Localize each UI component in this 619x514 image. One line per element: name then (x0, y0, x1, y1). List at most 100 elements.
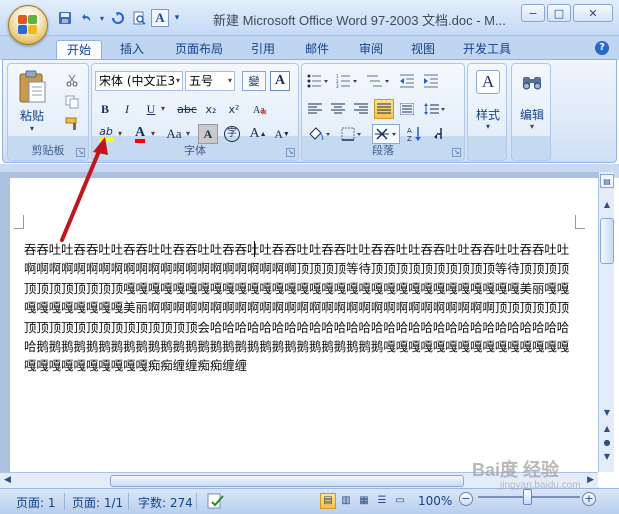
minimize-button[interactable]: − (521, 4, 545, 22)
tab-references[interactable]: 引用 (240, 40, 286, 61)
scroll-left-icon[interactable]: ◀ (4, 475, 11, 485)
select-browse-object-icon[interactable]: ● (600, 436, 614, 450)
tab-insert[interactable]: 插入 (108, 40, 156, 61)
underline-dropdown-icon[interactable]: ▾ (161, 104, 165, 113)
grow-font-button[interactable]: A ▲ (248, 124, 268, 144)
format-painter-icon[interactable] (62, 114, 82, 134)
asian-layout-button[interactable] (372, 124, 400, 144)
shrink-font-button[interactable]: A ▼ (272, 124, 292, 144)
maximize-button[interactable]: □ (547, 4, 571, 22)
tab-developer[interactable]: 开发工具 (454, 40, 520, 61)
tab-page-layout[interactable]: 页面布局 (166, 40, 232, 61)
subscript-button[interactable]: x₂ (201, 99, 221, 119)
proofing-icon[interactable] (206, 492, 226, 513)
zoom-level[interactable]: 100% (418, 494, 452, 508)
status-word-count[interactable]: 字数: 274 (138, 494, 193, 511)
scroll-thumb[interactable] (600, 218, 614, 264)
office-button[interactable] (8, 5, 48, 45)
highlight-dropdown-icon[interactable]: ▾ (118, 129, 122, 138)
font-color-button[interactable]: A (130, 124, 150, 144)
clipboard-launcher-icon[interactable]: ↘ (76, 148, 85, 157)
document-body-text[interactable]: 吞吞吐吐吞吞吐吐吞吞吐吐吞吞吐吐吞吞吐吐吞吞吐吐吞吞吐吐吞吞吐吐吞吞吐吐吞吞吐吐… (24, 240, 577, 376)
vertical-scrollbar[interactable]: ▤ ▲ ▼ ▲ ● ▼ (598, 172, 614, 472)
previous-page-icon[interactable]: ▲ (600, 422, 614, 436)
tab-mailings[interactable]: 邮件 (294, 40, 340, 61)
bullets-button[interactable] (305, 71, 331, 91)
show-marks-button[interactable] (429, 124, 449, 144)
spelling-icon[interactable]: A (151, 9, 169, 27)
print-layout-view-icon[interactable]: ▤ (320, 493, 336, 509)
outline-view-icon[interactable]: ☰ (374, 493, 390, 509)
change-case-dropdown-icon[interactable]: ▾ (186, 129, 190, 138)
character-border-button[interactable]: A (270, 71, 290, 91)
character-shading-button[interactable]: A (198, 124, 218, 144)
copy-icon[interactable] (62, 92, 82, 112)
enclose-characters-button[interactable]: 字 (222, 124, 242, 144)
quick-access-toolbar: ▾ A ▾ (56, 9, 182, 27)
tab-view[interactable]: 视图 (400, 40, 446, 61)
office-logo-icon (18, 15, 38, 35)
align-center-button[interactable] (328, 99, 348, 119)
multilevel-list-button[interactable] (364, 71, 392, 91)
borders-button[interactable] (338, 124, 366, 144)
font-name-combo[interactable]: 宋体 (中文正3 ▾ (95, 71, 183, 91)
change-case-button[interactable]: Aa (162, 124, 186, 144)
font-launcher-icon[interactable]: ↘ (286, 148, 295, 157)
align-left-button[interactable] (305, 99, 325, 119)
shading-button[interactable] (305, 124, 333, 144)
shading-icon (309, 127, 330, 141)
tab-review[interactable]: 审阅 (348, 40, 394, 61)
underline-button[interactable]: U (141, 99, 161, 119)
line-spacing-button[interactable] (421, 99, 447, 119)
scroll-up-icon[interactable]: ▲ (600, 198, 614, 212)
next-page-icon[interactable]: ▼ (600, 450, 614, 464)
align-right-button[interactable] (351, 99, 371, 119)
numbering-button[interactable]: 123 (334, 71, 360, 91)
paragraph-launcher-icon[interactable]: ↘ (452, 148, 461, 157)
zoom-in-button[interactable]: + (582, 492, 596, 506)
cut-icon[interactable] (62, 70, 82, 90)
tab-home[interactable]: 开始 (56, 40, 102, 61)
svg-text:3: 3 (336, 84, 339, 88)
sort-button[interactable]: AZ (405, 124, 425, 144)
draft-view-icon[interactable]: ▭ (392, 493, 408, 509)
paste-button[interactable]: 粘贴 ▾ (14, 68, 50, 133)
zoom-out-button[interactable]: − (459, 492, 473, 506)
print-preview-icon[interactable] (130, 9, 148, 27)
italic-button[interactable]: I (117, 99, 137, 119)
undo-icon[interactable] (77, 9, 95, 27)
full-screen-reading-icon[interactable]: ▥ (338, 493, 354, 509)
customize-qat-icon[interactable]: ▾ (172, 9, 182, 27)
help-icon[interactable]: ? (595, 41, 609, 55)
editing-group[interactable]: 编辑 ▾ (511, 63, 551, 161)
increase-indent-button[interactable] (421, 71, 441, 91)
strikethrough-button[interactable]: abc (176, 99, 198, 119)
phonetic-guide-button[interactable]: 變 (242, 71, 266, 91)
decrease-indent-button[interactable] (397, 71, 417, 91)
close-button[interactable]: ✕ (573, 4, 613, 22)
clear-formatting-button[interactable]: Aa (250, 99, 270, 119)
justify-button[interactable] (374, 99, 394, 119)
highlight-button[interactable]: ab (95, 124, 117, 144)
redo-icon[interactable] (109, 9, 127, 27)
enclose-characters-icon: 字 (224, 126, 240, 142)
align-right-icon (354, 103, 368, 114)
shrink-font-icon: A (274, 126, 283, 141)
distributed-button[interactable] (397, 99, 417, 119)
bold-button[interactable]: B (95, 99, 115, 119)
baidu-watermark: Bai度 经验 (472, 460, 560, 480)
zoom-slider-thumb[interactable] (523, 489, 532, 505)
save-icon[interactable] (56, 9, 74, 27)
scroll-right-icon[interactable]: ▶ (587, 475, 594, 485)
superscript-button[interactable]: x² (224, 99, 244, 119)
styles-group[interactable]: A 样式 ▾ (467, 63, 507, 161)
horizontal-scroll-thumb[interactable] (110, 475, 464, 487)
status-pages[interactable]: 页面: 1/1 (72, 494, 123, 511)
ruler-toggle-icon[interactable]: ▤ (600, 174, 614, 188)
scroll-down-icon[interactable]: ▼ (600, 406, 614, 420)
font-color-dropdown-icon[interactable]: ▾ (151, 129, 155, 138)
web-layout-icon[interactable]: ▦ (356, 493, 372, 509)
undo-dropdown-icon[interactable]: ▾ (98, 9, 106, 27)
status-page[interactable]: 页面: 1 (16, 494, 56, 511)
font-size-combo[interactable]: 五号 ▾ (185, 71, 235, 91)
